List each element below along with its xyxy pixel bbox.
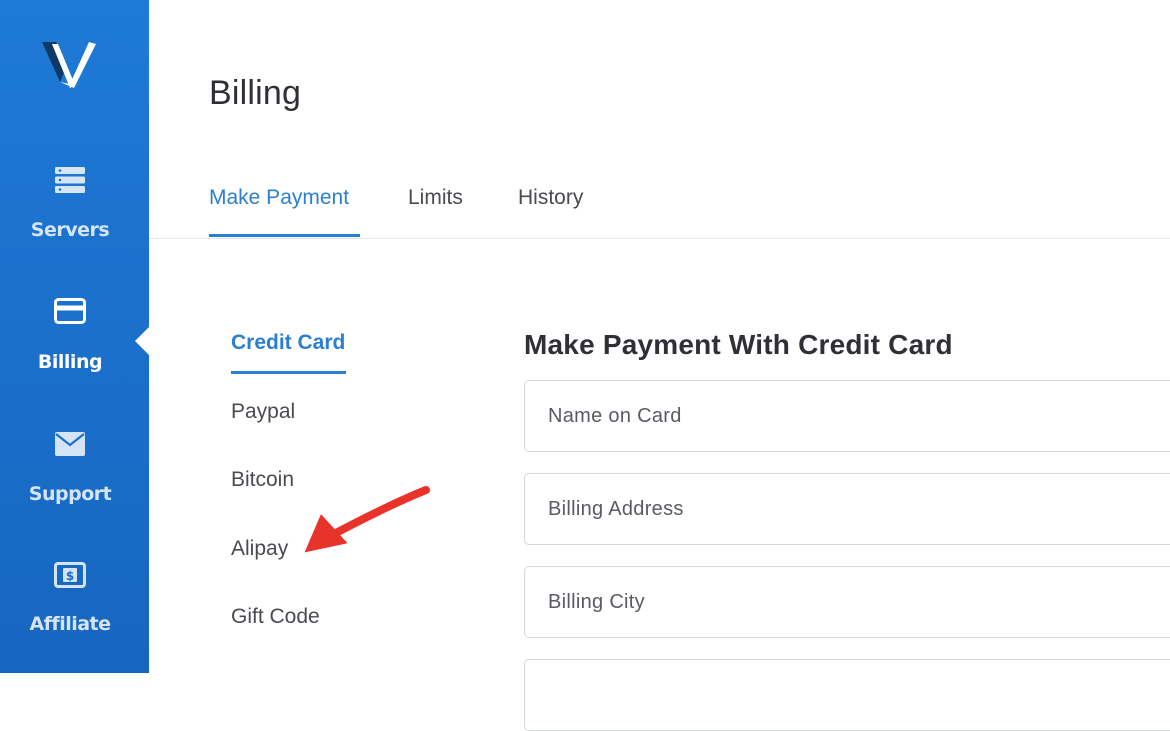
dollar-bill-icon: $: [53, 560, 87, 590]
payment-method-paypal[interactable]: Paypal: [231, 400, 295, 424]
sidebar-item-label: Servers: [30, 219, 110, 241]
form-title: Make Payment With Credit Card: [524, 329, 953, 360]
next-field-input[interactable]: [524, 659, 1170, 731]
active-tab-underline: [209, 234, 360, 237]
tab-make-payment[interactable]: Make Payment: [209, 186, 349, 224]
tab-history[interactable]: History: [518, 186, 583, 224]
page-title: Billing: [209, 74, 302, 112]
envelope-icon: [53, 429, 87, 459]
svg-text:$: $: [66, 569, 74, 583]
sidebar-item-support[interactable]: Support: [0, 424, 149, 524]
sidebar: Servers Billing Support $ Affiliate: [0, 0, 149, 673]
sidebar-item-servers[interactable]: Servers: [0, 160, 149, 260]
billing-address-input[interactable]: [524, 473, 1170, 545]
tab-limits[interactable]: Limits: [408, 186, 463, 224]
payment-method-gift-code[interactable]: Gift Code: [231, 605, 320, 629]
divider: [149, 238, 1170, 239]
payment-method-credit-card[interactable]: Credit Card: [231, 331, 345, 355]
active-method-underline: [231, 371, 346, 374]
sidebar-item-label: Support: [28, 483, 112, 505]
billing-city-input[interactable]: [524, 566, 1170, 638]
credit-card-icon: [53, 296, 87, 326]
sidebar-item-affiliate[interactable]: $ Affiliate: [0, 556, 149, 656]
payment-method-alipay[interactable]: Alipay: [231, 537, 288, 561]
server-stack-icon: [53, 165, 87, 195]
payment-method-bitcoin[interactable]: Bitcoin: [231, 468, 294, 492]
v-logo-icon[interactable]: [40, 38, 100, 94]
red-arrow-annotation: [304, 486, 430, 553]
sidebar-item-label: Affiliate: [29, 613, 111, 635]
sidebar-item-label: Billing: [37, 351, 103, 373]
sidebar-item-billing[interactable]: Billing: [0, 292, 149, 392]
name-on-card-input[interactable]: [524, 380, 1170, 452]
active-nav-indicator: [135, 327, 149, 355]
